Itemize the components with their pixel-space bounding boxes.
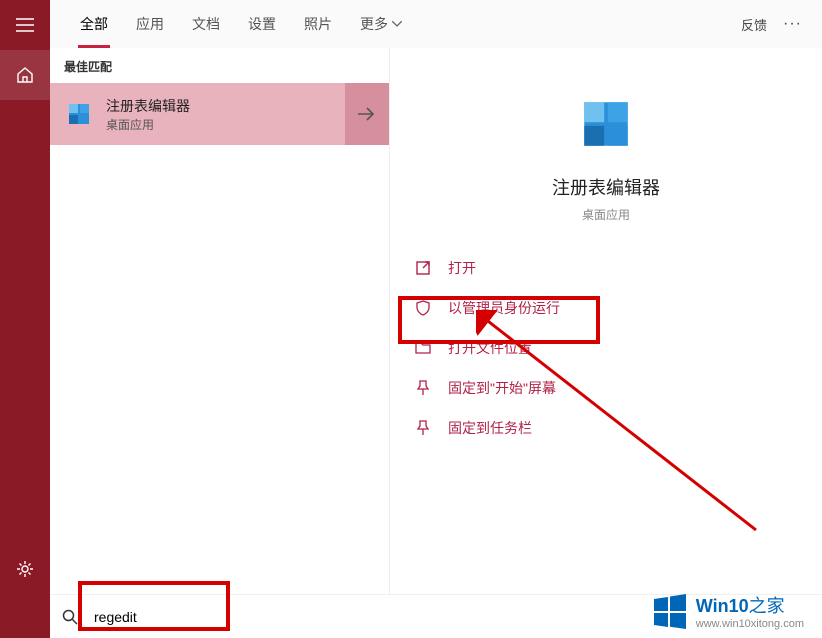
tab-all[interactable]: 全部 — [66, 0, 122, 48]
best-match-header: 最佳匹配 — [50, 48, 389, 83]
watermark: Win10之家 www.win10xitong.com — [652, 592, 804, 630]
best-match-item[interactable]: 注册表编辑器 桌面应用 — [50, 83, 389, 145]
detail-app-icon — [574, 92, 638, 156]
detail-actions: 打开 以管理员身份运行 打开文件位置 固定到"开始"屏幕 固定到任务栏 — [406, 249, 806, 447]
action-open-location[interactable]: 打开文件位置 — [406, 329, 806, 367]
detail-subtitle: 桌面应用 — [582, 206, 630, 223]
watermark-brand-en: Win10 — [696, 596, 749, 616]
action-label: 以管理员身份运行 — [448, 298, 560, 318]
home-icon — [16, 66, 34, 84]
tab-more[interactable]: 更多 — [346, 0, 416, 48]
main-area: 最佳匹配 注册表编辑器 桌面应用 — [50, 48, 822, 594]
chevron-down-icon — [392, 21, 402, 27]
tab-documents[interactable]: 文档 — [178, 0, 234, 48]
action-pin-start[interactable]: 固定到"开始"屏幕 — [406, 369, 806, 407]
pin-taskbar-icon — [414, 420, 432, 436]
results-column: 最佳匹配 注册表编辑器 桌面应用 — [50, 48, 390, 594]
action-run-admin[interactable]: 以管理员身份运行 — [406, 289, 806, 327]
result-title: 注册表编辑器 — [106, 96, 190, 116]
detail-title: 注册表编辑器 — [552, 174, 660, 200]
gear-icon — [16, 560, 34, 578]
tab-apps[interactable]: 应用 — [122, 0, 178, 48]
category-tabs: 全部 应用 文档 设置 照片 更多 反馈 ··· — [50, 0, 822, 48]
hamburger-button[interactable] — [0, 0, 50, 50]
registry-icon — [62, 97, 96, 131]
watermark-brand-zh: 之家 — [749, 596, 785, 616]
folder-icon — [414, 340, 432, 356]
settings-button[interactable] — [0, 544, 50, 594]
action-label: 固定到"开始"屏幕 — [448, 378, 556, 398]
action-open[interactable]: 打开 — [406, 249, 806, 287]
admin-shield-icon — [414, 300, 432, 316]
action-label: 固定到任务栏 — [448, 418, 532, 438]
open-icon — [414, 260, 432, 276]
hamburger-icon — [16, 18, 34, 32]
search-icon — [50, 609, 90, 625]
watermark-url: www.win10xitong.com — [696, 618, 804, 630]
tab-photos[interactable]: 照片 — [290, 0, 346, 48]
more-options-button[interactable]: ··· — [779, 11, 806, 37]
tab-settings[interactable]: 设置 — [234, 0, 290, 48]
tab-more-label: 更多 — [360, 14, 388, 34]
result-subtitle: 桌面应用 — [106, 116, 190, 133]
windows-logo-icon — [652, 593, 688, 629]
action-label: 打开 — [448, 258, 476, 278]
arrow-right-icon — [358, 107, 376, 121]
start-left-rail — [0, 0, 50, 638]
detail-column: 注册表编辑器 桌面应用 打开 以管理员身份运行 打开文件位置 固定到"开始"屏幕 — [390, 48, 822, 594]
action-label: 打开文件位置 — [448, 338, 532, 358]
home-button[interactable] — [0, 50, 50, 100]
feedback-link[interactable]: 反馈 — [741, 15, 767, 34]
pin-start-icon — [414, 380, 432, 396]
result-expand-button[interactable] — [345, 83, 389, 145]
action-pin-taskbar[interactable]: 固定到任务栏 — [406, 409, 806, 447]
